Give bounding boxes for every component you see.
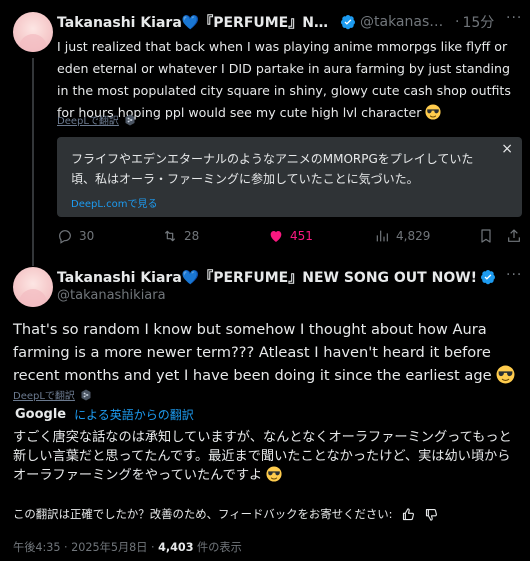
close-icon[interactable]: × <box>501 141 513 157</box>
view-count-suffix: 件の表示 <box>193 541 242 554</box>
tweet-header: Takanashi Kiara💙『PERFUME』NEW SONG ... @t… <box>57 12 497 32</box>
sunglasses-emoji-icon <box>266 466 283 482</box>
display-name[interactable]: Takanashi Kiara💙『PERFUME』NEW SONG ... <box>57 12 337 32</box>
deepl-translate-link[interactable]: DeepLで翻訳 <box>57 112 136 127</box>
verified-badge-icon <box>341 15 355 30</box>
thumbs-up-icon[interactable] <box>401 507 416 522</box>
deepl-label: DeepLで翻訳 <box>57 116 119 127</box>
deepl-label: DeepLで翻訳 <box>13 391 75 402</box>
tweet-actions: 30 28 451 4,829 <box>57 228 522 248</box>
reply-icon <box>59 230 71 244</box>
deepl-translation-text: フライフやエデンエターナルのようなアニメのMMORPGをプレイしていた頃、私はオ… <box>71 152 474 186</box>
views-button[interactable]: 4,829 <box>374 228 430 244</box>
user-handle[interactable]: @takanashi... <box>360 14 452 30</box>
display-name[interactable]: Takanashi Kiara💙『PERFUME』NEW SONG OUT NO… <box>57 267 477 287</box>
bookmark-icon <box>481 229 491 243</box>
avatar[interactable] <box>13 12 53 52</box>
more-options-icon[interactable]: ··· <box>506 267 522 283</box>
google-logo: Google <box>15 407 67 422</box>
avatar[interactable] <box>13 267 53 307</box>
tweet-text-content: That's so random I know but somehow I th… <box>13 321 492 384</box>
repost-icon <box>164 230 176 242</box>
share-button[interactable] <box>506 228 528 244</box>
tweet-text: That's so random I know but somehow I th… <box>13 318 523 387</box>
repost-count: 28 <box>184 229 200 243</box>
feedback-prompt: この翻訳は正確でしたか？改善のため、フィードバックをお寄せください: <box>13 507 393 521</box>
sunglasses-emoji-icon <box>496 365 515 384</box>
view-count: 4,403 <box>158 541 194 554</box>
verified-badge-icon <box>481 270 496 285</box>
translated-text-content: すごく唐突な話なのは承知していますが、なんとなくオーラファーミングってもっと新し… <box>13 430 512 483</box>
thumbs-down-icon[interactable] <box>424 507 439 522</box>
deepl-logo-icon <box>125 114 135 125</box>
deepl-view-link[interactable]: DeepL.comで見る <box>71 195 157 210</box>
views-chart-icon <box>376 230 388 242</box>
views-count: 4,829 <box>396 229 431 243</box>
like-button[interactable]: 451 <box>268 228 313 244</box>
deepl-translate-link[interactable]: DeepLで翻訳 <box>13 387 92 402</box>
tweet-meta: 午後4:35 · 2025年5月8日 · 4,403 件の表示 <box>13 539 242 555</box>
reply-button[interactable]: 30 <box>57 228 94 244</box>
sunglasses-emoji-icon <box>425 104 442 120</box>
tweet-text: I just realized that back when I was pla… <box>57 36 520 124</box>
repost-button[interactable]: 28 <box>162 228 199 244</box>
translation-feedback: この翻訳は正確でしたか？改善のため、フィードバックをお寄せください: <box>13 506 439 522</box>
bookmark-button[interactable] <box>478 228 500 244</box>
reply-count: 30 <box>79 229 95 243</box>
translated-text: すごく唐突な話なのは承知していますが、なんとなくオーラファーミングってもっと新し… <box>13 428 523 485</box>
heart-icon <box>270 231 282 242</box>
like-count: 451 <box>290 229 313 243</box>
google-translation-link[interactable]: による英語からの翻訳 <box>74 406 194 423</box>
google-translate-attribution: Google による英語からの翻訳 <box>15 406 194 423</box>
share-icon <box>508 229 520 242</box>
tweet-header: Takanashi Kiara💙『PERFUME』NEW SONG OUT NO… <box>57 268 496 286</box>
thread-connector-line <box>32 58 34 266</box>
user-handle[interactable]: @takanashikiara <box>57 288 166 303</box>
separator-dot: · <box>455 14 460 30</box>
post-datetime[interactable]: 午後4:35 · 2025年5月8日 · <box>13 541 158 554</box>
more-options-icon[interactable]: ··· <box>506 10 522 26</box>
tweet-text-content: I just realized that back when I was pla… <box>57 39 511 120</box>
deepl-translation-card: フライフやエデンエターナルのようなアニメのMMORPGをプレイしていた頃、私はオ… <box>57 137 522 217</box>
timestamp[interactable]: 15分 <box>462 12 494 32</box>
deepl-logo-icon <box>81 389 91 400</box>
